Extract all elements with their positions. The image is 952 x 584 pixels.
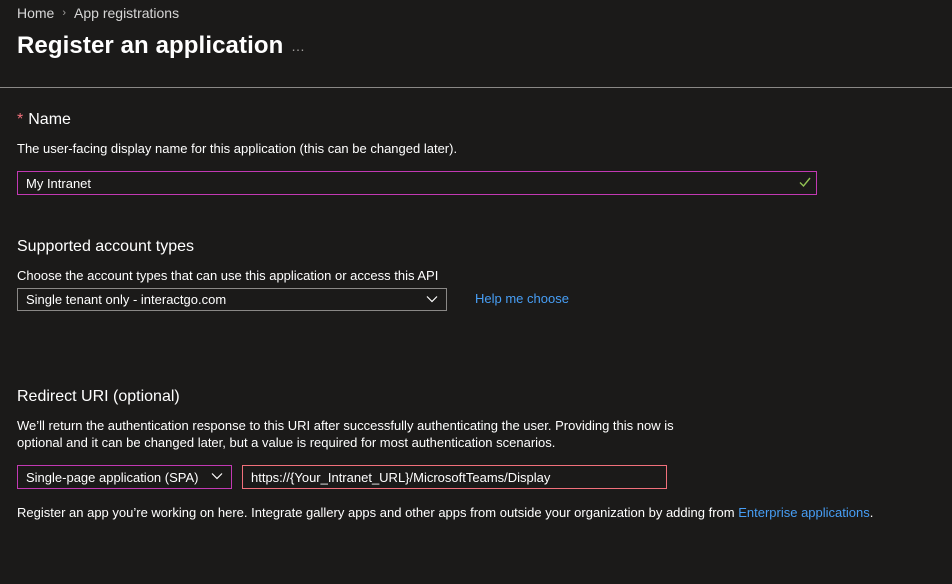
name-description: The user-facing display name for this ap…: [17, 141, 458, 156]
account-type-selected: Single tenant only - interactgo.com: [26, 292, 227, 307]
breadcrumb: Home › App registrations: [17, 5, 179, 21]
chevron-down-icon: [426, 296, 438, 303]
footer-note-text: Register an app you’re working on here. …: [17, 505, 739, 520]
name-heading-label: Name: [28, 111, 71, 128]
footer-note: Register an app you’re working on here. …: [17, 505, 873, 520]
required-marker: *: [17, 111, 24, 128]
name-input[interactable]: My Intranet: [17, 171, 817, 195]
platform-selected: Single-page application (SPA): [26, 469, 199, 485]
footer-note-end: .: [869, 505, 874, 520]
header-divider: [0, 87, 952, 88]
redirect-uri-heading: Redirect URI (optional): [17, 388, 180, 405]
help-me-choose-link[interactable]: Help me choose: [475, 291, 569, 306]
breadcrumb-separator: ›: [62, 7, 67, 19]
redirect-uri-input[interactable]: https://{Your_Intranet_URL}/MicrosoftTea…: [242, 465, 667, 489]
enterprise-applications-link[interactable]: Enterprise applications: [738, 505, 870, 520]
account-types-description: Choose the account types that can use th…: [17, 268, 439, 283]
page-title: Register an application: [17, 32, 284, 59]
breadcrumb-home[interactable]: Home: [17, 5, 54, 21]
platform-dropdown[interactable]: Single-page application (SPA): [17, 465, 232, 489]
chevron-down-icon: [211, 473, 223, 480]
redirect-description-line-2: optional and it can be changed later, bu…: [17, 435, 556, 450]
breadcrumb-app-registrations[interactable]: App registrations: [74, 5, 179, 21]
account-types-heading: Supported account types: [17, 238, 195, 255]
redirect-description-line-1: We’ll return the authentication response…: [17, 418, 674, 433]
more-options-icon[interactable]: …: [291, 38, 306, 54]
name-heading: * Name: [17, 111, 71, 129]
register-app-page: Home › App registrations Register an app…: [0, 0, 952, 584]
account-type-dropdown[interactable]: Single tenant only - interactgo.com: [17, 288, 447, 311]
name-input-value: My Intranet: [26, 175, 92, 191]
redirect-uri-value: https://{Your_Intranet_URL}/MicrosoftTea…: [251, 469, 551, 485]
checkmark-icon: [799, 177, 811, 188]
